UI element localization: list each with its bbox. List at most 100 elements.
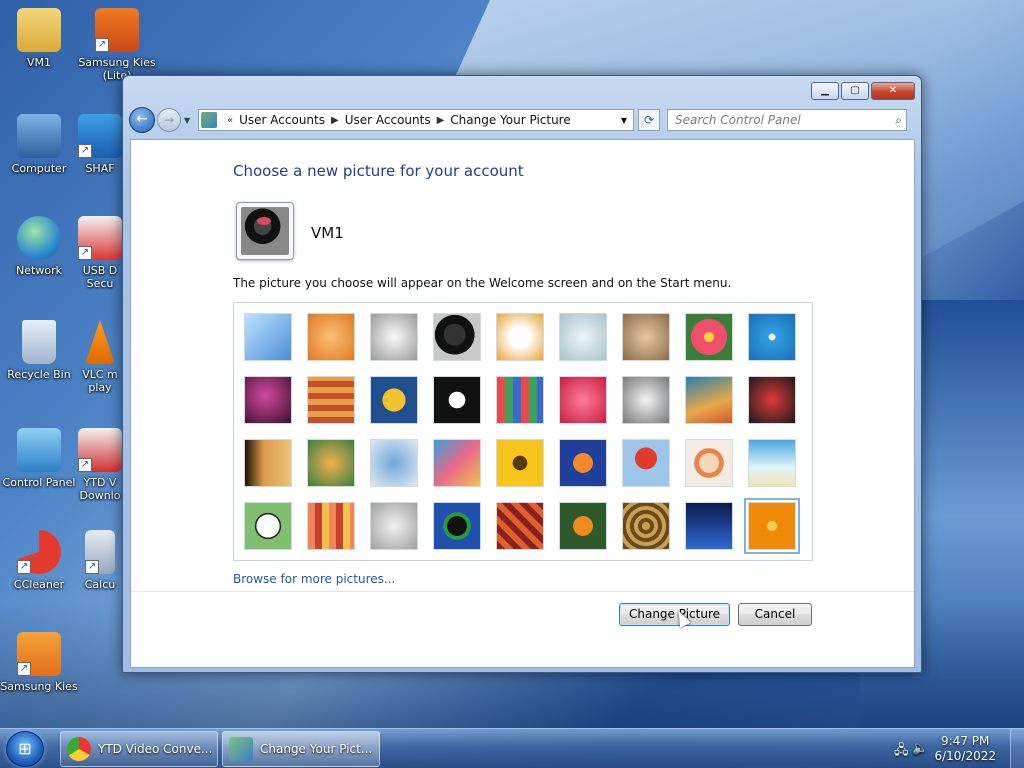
breadcrumb-change-picture[interactable]: Change Your Picture xyxy=(450,113,570,127)
maximize-button[interactable]: ▢ xyxy=(841,82,869,100)
desktop-icon-recycle-bin[interactable]: Recycle Bin xyxy=(0,320,78,381)
cancel-button[interactable]: Cancel xyxy=(738,603,812,626)
picture-tile[interactable] xyxy=(496,439,544,487)
browse-more-pictures-link[interactable]: Browse for more pictures... xyxy=(233,572,395,586)
computer-icon xyxy=(17,114,61,158)
user-accounts-icon xyxy=(201,112,217,128)
picture-tile[interactable] xyxy=(433,502,481,550)
chevron-right-icon[interactable]: ▶ xyxy=(331,115,339,126)
control-panel-icon xyxy=(17,428,61,472)
chevron-right-icon[interactable]: ▶ xyxy=(437,115,445,126)
desktop-icon-vm1[interactable]: VM1 xyxy=(0,8,78,69)
picture-tile[interactable] xyxy=(244,313,292,361)
picture-tile[interactable] xyxy=(748,313,796,361)
account-username: VM1 xyxy=(311,224,344,242)
back-button[interactable]: ← xyxy=(129,107,155,133)
clock-date: 6/10/2022 xyxy=(934,749,996,763)
forward-button[interactable]: → xyxy=(157,108,181,132)
picture-tile-selected[interactable] xyxy=(744,498,800,554)
recent-pages-dropdown[interactable]: ▼ xyxy=(184,116,194,125)
clock-time: 9:47 PM xyxy=(941,734,990,748)
picture-tile[interactable] xyxy=(496,376,544,424)
picture-tile[interactable] xyxy=(622,439,670,487)
desktop-icon-ccleaner[interactable]: ↗ CCleaner xyxy=(0,530,78,591)
start-button[interactable]: ⊞ xyxy=(6,731,44,767)
desktop-icon-control-panel[interactable]: Control Panel xyxy=(0,428,78,489)
page-title: Choose a new picture for your account xyxy=(233,162,524,180)
usb-shield-icon: ↗ xyxy=(78,216,122,260)
picture-tile[interactable] xyxy=(307,439,355,487)
picture-tile[interactable] xyxy=(370,502,418,550)
taskbar-item-change-picture[interactable]: Change Your Pict... xyxy=(222,731,380,767)
picture-tile[interactable] xyxy=(685,439,733,487)
window-controls: ▁ ▢ ✕ xyxy=(811,82,915,100)
vlc-cone-icon xyxy=(85,320,115,364)
minimize-button[interactable]: ▁ xyxy=(811,82,839,100)
close-button[interactable]: ✕ xyxy=(871,82,915,100)
breadcrumb-user-accounts-2[interactable]: User Accounts xyxy=(345,113,431,127)
picture-tile[interactable] xyxy=(307,313,355,361)
navigation-bar: ← → ▼ « User Accounts ▶ User Accounts ▶ … xyxy=(129,106,913,134)
picture-tile[interactable] xyxy=(622,502,670,550)
breadcrumb-user-accounts-1[interactable]: User Accounts xyxy=(239,113,325,127)
recycle-bin-icon xyxy=(22,320,56,364)
picture-tile[interactable] xyxy=(370,439,418,487)
desktop-icon-network[interactable]: Network xyxy=(0,216,78,277)
desktop-icon-shaf[interactable]: ↗ SHAF xyxy=(78,114,122,175)
picture-tile[interactable] xyxy=(244,439,292,487)
network-tray-icon[interactable]: 🖧 xyxy=(894,741,909,763)
picture-tile[interactable] xyxy=(559,313,607,361)
picture-tile[interactable] xyxy=(244,502,292,550)
picture-tile[interactable] xyxy=(496,313,544,361)
picture-tile[interactable] xyxy=(433,439,481,487)
picture-tile[interactable] xyxy=(370,313,418,361)
picture-tile[interactable] xyxy=(685,376,733,424)
picture-tile[interactable] xyxy=(559,376,607,424)
search-icon[interactable]: ⌕ xyxy=(895,113,902,128)
picture-tile[interactable] xyxy=(307,376,355,424)
picture-tile[interactable] xyxy=(433,313,481,361)
picture-tile[interactable] xyxy=(748,439,796,487)
taskbar: ⊞ YTD Video Conve... Change Your Pict...… xyxy=(0,728,1024,768)
ytd-downloader-icon: ↗ xyxy=(78,428,122,472)
desktop-icon-calculator[interactable]: ↗ Calcu xyxy=(78,530,122,591)
content-pane: Choose a new picture for your account VM… xyxy=(130,139,915,668)
chevron-down-icon[interactable]: ▼ xyxy=(615,116,633,125)
user-folder-icon xyxy=(17,8,61,52)
shaf-icon: ↗ xyxy=(78,114,122,158)
picture-tile[interactable] xyxy=(370,376,418,424)
current-account-picture xyxy=(236,202,294,260)
picture-tile[interactable] xyxy=(244,376,292,424)
picture-tile[interactable] xyxy=(433,376,481,424)
volume-icon[interactable]: 🔈 xyxy=(912,741,928,756)
chrome-icon xyxy=(67,737,91,761)
picture-tile[interactable] xyxy=(748,376,796,424)
picture-tile[interactable] xyxy=(496,502,544,550)
divider xyxy=(131,591,914,592)
address-bar[interactable]: « User Accounts ▶ User Accounts ▶ Change… xyxy=(198,109,634,131)
picture-tile[interactable] xyxy=(307,502,355,550)
picture-tile[interactable] xyxy=(559,439,607,487)
desktop-icon-samsung-kies[interactable]: ↗ Samsung Kies xyxy=(0,632,78,693)
taskbar-item-ytd[interactable]: YTD Video Conve... xyxy=(60,731,218,767)
clock[interactable]: 9:47 PM 6/10/2022 xyxy=(934,734,996,764)
change-picture-window: ▁ ▢ ✕ ← → ▼ « User Accounts ▶ User Accou… xyxy=(122,75,922,673)
picture-tile[interactable] xyxy=(622,313,670,361)
desktop-icon-samsung-kies-lite[interactable]: ↗ Samsung Kies (Lite) xyxy=(78,8,156,82)
search-input[interactable]: Search Control Panel ⌕ xyxy=(667,109,907,131)
refresh-button[interactable]: ⟳ xyxy=(638,109,660,131)
search-placeholder: Search Control Panel xyxy=(675,113,801,127)
picture-tile[interactable] xyxy=(685,313,733,361)
desktop-icon-ytd[interactable]: ↗ YTD V Downlo xyxy=(78,428,122,502)
chevron-left-icon[interactable]: « xyxy=(227,115,233,126)
picture-tile[interactable] xyxy=(559,502,607,550)
desktop-icon-vlc[interactable]: VLC m play xyxy=(78,320,122,394)
show-desktop-button[interactable] xyxy=(1010,729,1024,768)
desktop-icon-computer[interactable]: Computer xyxy=(0,114,78,175)
picture-tile[interactable] xyxy=(685,502,733,550)
samsung-kies-icon: ↗ xyxy=(95,8,139,52)
picture-grid xyxy=(233,302,813,561)
turntable-picture xyxy=(241,207,289,255)
picture-tile[interactable] xyxy=(622,376,670,424)
desktop-icon-usb-security[interactable]: ↗ USB D Secu xyxy=(78,216,122,290)
